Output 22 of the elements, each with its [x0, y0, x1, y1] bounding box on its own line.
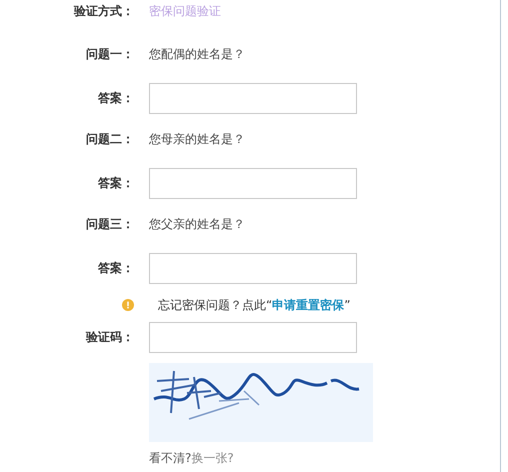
verification-method: 密保问题验证 — [149, 3, 221, 20]
question-text: 您父亲的姓名是？ — [149, 216, 245, 233]
field-label: 答案： — [98, 90, 134, 107]
field-label: 答案： — [98, 175, 134, 192]
reset-link[interactable]: 申请重置密保 — [272, 298, 344, 312]
field-label: 问题三： — [86, 216, 134, 233]
input-field[interactable] — [149, 168, 357, 199]
notice-text: 忘记密保问题？点此“ — [158, 298, 272, 312]
question-text: 您配偶的姓名是？ — [149, 46, 245, 63]
field-label: 问题二： — [86, 131, 134, 148]
captcha-hint: 看不清? — [149, 451, 192, 465]
field-label: 答案： — [98, 260, 134, 277]
field-label: 验证方式： — [74, 3, 134, 20]
info-icon — [122, 297, 134, 313]
field-label: 问题一： — [86, 46, 134, 63]
input-field[interactable] — [149, 322, 357, 353]
question-text: 您母亲的姓名是？ — [149, 131, 245, 148]
input-field[interactable] — [149, 253, 357, 284]
refresh-link[interactable]: 换一张? — [191, 451, 234, 465]
notice-text: ” — [344, 298, 350, 312]
field-label: 验证码： — [86, 329, 134, 346]
input-field[interactable] — [149, 83, 357, 114]
